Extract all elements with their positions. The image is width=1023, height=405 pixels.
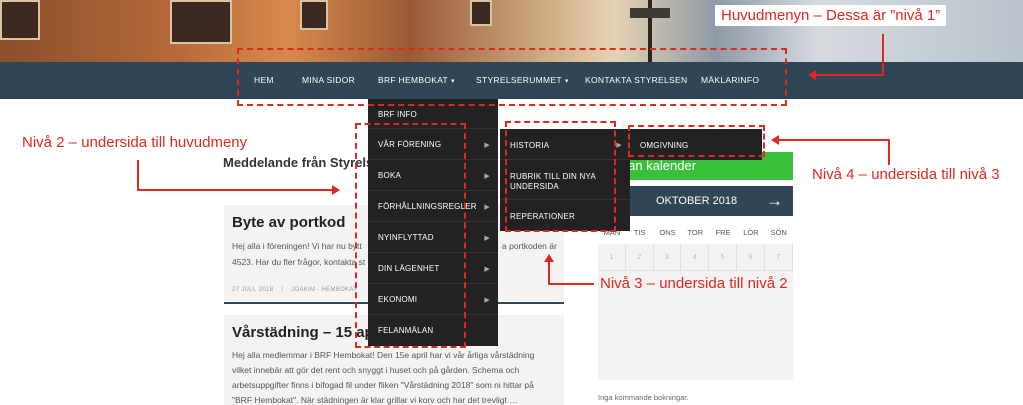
annotation-line xyxy=(779,139,889,141)
annotation-level3: Nivå 3 – undersida till nivå 2 xyxy=(600,275,788,292)
calendar-day[interactable]: 2 xyxy=(625,244,654,271)
chevron-right-icon: ▶ xyxy=(616,142,622,149)
annotation-box-level2 xyxy=(355,123,466,348)
weekday: LÖR xyxy=(743,228,759,237)
post-meta: 27 JULI, 2018 / JOAKIM - HEMBOKAT xyxy=(232,287,358,293)
calendar-day[interactable]: 7 xyxy=(764,244,793,271)
annotation-box-level4 xyxy=(628,125,765,157)
calendar-day[interactable]: 1 xyxy=(598,244,626,271)
chevron-right-icon: ▶ xyxy=(484,173,490,180)
annotation-level2: Nivå 2 – undersida till huvudmeny xyxy=(22,134,248,151)
chevron-right-icon: ▶ xyxy=(484,235,490,242)
annotation-line xyxy=(137,189,332,191)
post-text: "BRF Hembokat". När städningen är klar g… xyxy=(232,395,518,405)
annotation-line xyxy=(548,262,550,284)
post-title[interactable]: Byte av portkod xyxy=(232,214,345,231)
calendar-day[interactable]: 3 xyxy=(653,244,682,271)
annotation-line xyxy=(816,74,884,76)
arrow-up-icon xyxy=(544,254,554,262)
annotation-main-menu: Huvudmenyn – Dessa är ”nivå 1” xyxy=(715,5,947,26)
annotation-line xyxy=(137,160,139,190)
calendar-day[interactable]: 4 xyxy=(681,244,710,271)
arrow-left-icon xyxy=(771,135,779,145)
bookings-empty-note: Inga kommande bokningar. xyxy=(598,393,689,402)
chevron-right-icon: ▶ xyxy=(484,142,490,149)
weekday: FRE xyxy=(715,228,731,237)
annotation-line xyxy=(888,139,890,165)
annotation-box-level3 xyxy=(505,121,616,232)
hero-window xyxy=(300,0,328,30)
weekday: SÖN xyxy=(770,228,787,237)
post-text: Hej alla medlemmar i BRF Hembokat! Den 1… xyxy=(232,350,535,360)
hero-window xyxy=(470,0,492,26)
hero-window xyxy=(0,0,40,40)
calendar-day[interactable]: 5 xyxy=(709,244,737,271)
arrow-right-icon xyxy=(332,185,340,195)
post-text: vilket innebär att gör det rent och snyg… xyxy=(232,365,520,375)
weekday: TOR xyxy=(687,228,704,237)
calendar-day[interactable]: 6 xyxy=(737,244,765,271)
calendar-month: OKTOBER 2018 xyxy=(656,195,738,207)
calendar-grid: 1 2 3 4 5 6 7 xyxy=(598,244,793,380)
annotation-line xyxy=(548,283,594,285)
annotation-box-level1 xyxy=(237,48,787,106)
annotation-line xyxy=(882,34,884,75)
post-text: arbetsuppgifter finns i bifogad fil unde… xyxy=(232,380,534,390)
hero-window xyxy=(170,0,232,44)
chevron-right-icon: ▶ xyxy=(484,297,490,304)
arrow-left-icon xyxy=(808,70,816,80)
chevron-right-icon: ▶ xyxy=(484,204,490,211)
weekday: ONS xyxy=(659,228,676,237)
page: HEM MINA SIDOR BRF HEMBOKAT ▾ STYRELSERUM… xyxy=(0,0,1023,405)
arrow-right-icon[interactable]: → xyxy=(766,186,783,216)
annotation-level4: Nivå 4 – undersida till nivå 3 xyxy=(812,166,1000,183)
hero-sign xyxy=(630,8,670,18)
chevron-right-icon: ▶ xyxy=(484,266,490,273)
